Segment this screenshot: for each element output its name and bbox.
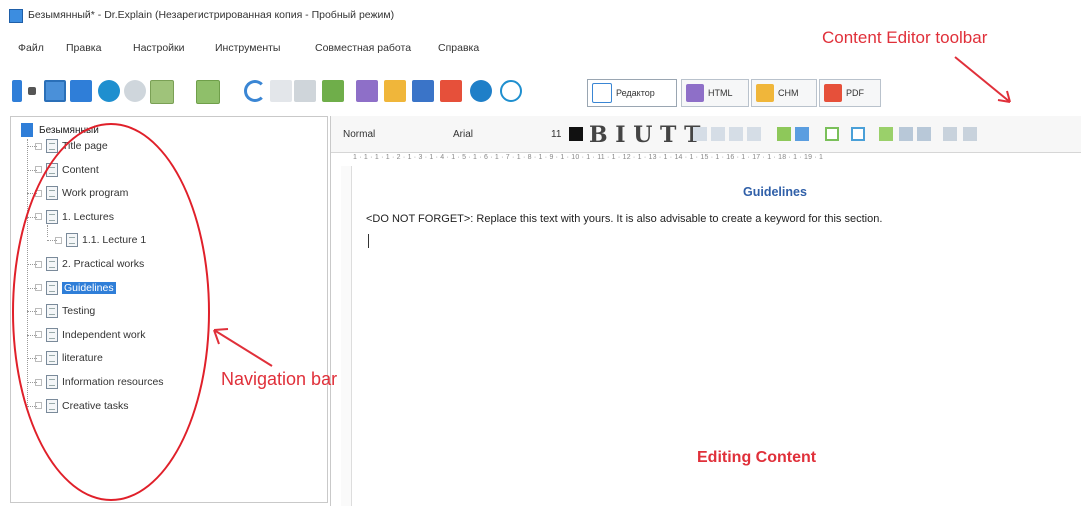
main-toolbar: Редактор HTML CHM PDF — [0, 68, 1081, 116]
style-select[interactable]: Normal — [343, 124, 393, 144]
pdf-export-icon[interactable] — [440, 80, 462, 102]
format-toolbar: Normal Arial 11 B I U T T — [331, 116, 1081, 153]
navigation-highlight-ellipse — [12, 123, 210, 501]
dropdown-icon[interactable] — [28, 87, 36, 95]
tab-editor-label: Редактор — [616, 88, 655, 98]
save-icon[interactable] — [70, 80, 92, 102]
tab-chm[interactable]: CHM — [751, 79, 817, 107]
font-select[interactable]: Arial — [453, 124, 493, 144]
tab-html-label: HTML — [708, 88, 733, 98]
tab-chm-label: CHM — [778, 88, 799, 98]
new-document-icon[interactable] — [12, 80, 22, 102]
menu-edit[interactable]: Правка — [66, 42, 101, 54]
html-export-icon[interactable] — [356, 80, 378, 102]
editor-icon — [592, 83, 612, 103]
html-icon — [686, 84, 704, 102]
menu-bar: Файл Правка Настройки Инструменты Совмес… — [0, 38, 700, 60]
style-select-value: Normal — [343, 128, 376, 140]
tab-pdf-label: PDF — [846, 88, 864, 98]
font-size-select[interactable]: 11 — [551, 124, 567, 144]
menu-file[interactable]: Файл — [18, 42, 44, 54]
table-icon[interactable] — [825, 127, 839, 141]
menu-collaboration[interactable]: Совместная работа — [315, 42, 411, 54]
window-title: Безымянный* - Dr.Explain (Незарегистриро… — [28, 9, 395, 21]
copy-icon[interactable] — [294, 80, 316, 102]
app-icon — [9, 9, 23, 23]
document-heading[interactable]: Guidelines — [743, 185, 807, 199]
annotation-toolbar-label: Content Editor toolbar — [822, 28, 988, 47]
chm-icon — [756, 84, 774, 102]
annotation-navigation-label: Navigation bar — [221, 369, 338, 389]
image-icon[interactable] — [795, 127, 809, 141]
align-right-icon[interactable] — [729, 127, 743, 141]
tab-html[interactable]: HTML — [681, 79, 749, 107]
format-glyphs[interactable]: B I U T T — [589, 122, 700, 148]
chm-export-icon[interactable] — [384, 80, 406, 102]
tab-pdf[interactable]: PDF — [819, 79, 881, 107]
special-chars-icon[interactable] — [963, 127, 977, 141]
numbered-list-icon[interactable] — [917, 127, 931, 141]
visibility-checkbox[interactable] — [35, 166, 42, 174]
pdf-icon — [824, 84, 842, 102]
add-topic-icon[interactable] — [150, 80, 174, 104]
horizontal-ruler: 1 · 1 · 1 · 1 · 2 · 1 · 3 · 1 · 4 · 1 · … — [353, 154, 824, 161]
font-select-value: Arial — [453, 128, 474, 140]
align-center-icon[interactable] — [711, 127, 725, 141]
menu-settings[interactable]: Настройки — [133, 42, 185, 54]
text-color-icon[interactable] — [569, 127, 583, 141]
title-bar: Безымянный* - Dr.Explain (Незарегистриро… — [0, 0, 1081, 30]
list-grid-icon[interactable] — [879, 127, 893, 141]
justify-icon[interactable] — [747, 127, 761, 141]
link-icon[interactable] — [777, 127, 791, 141]
align-left-icon[interactable] — [693, 127, 707, 141]
menu-tools[interactable]: Инструменты — [215, 42, 280, 54]
visibility-checkbox[interactable] — [35, 142, 42, 150]
undo-icon[interactable] — [244, 80, 266, 102]
tab-editor[interactable]: Редактор — [587, 79, 677, 107]
document-body-text[interactable]: <DO NOT FORGET>: Replace this text with … — [366, 213, 882, 225]
help-icon[interactable] — [500, 80, 522, 102]
open-icon[interactable] — [44, 80, 66, 102]
indent-icon[interactable] — [943, 127, 957, 141]
text-caret — [368, 234, 369, 248]
bullet-list-icon[interactable] — [899, 127, 913, 141]
cut-icon[interactable] — [270, 80, 292, 102]
page-icon — [46, 139, 58, 153]
cloud-upload-icon[interactable] — [98, 80, 120, 102]
vertical-ruler — [341, 166, 352, 506]
cloud-icon[interactable] — [124, 80, 146, 102]
gear-icon[interactable] — [470, 80, 492, 102]
textbox-icon[interactable] — [851, 127, 865, 141]
project-icon — [21, 123, 33, 137]
add-subtopic-icon[interactable] — [196, 80, 220, 104]
font-size-value: 11 — [551, 128, 562, 140]
annotation-editing-label: Editing Content — [697, 449, 817, 466]
menu-help[interactable]: Справка — [438, 42, 479, 54]
editor-panel: Normal Arial 11 B I U T T 1 · 1 · 1 · 1 … — [330, 116, 1081, 506]
word-export-icon[interactable] — [412, 80, 434, 102]
paste-icon[interactable] — [322, 80, 344, 102]
